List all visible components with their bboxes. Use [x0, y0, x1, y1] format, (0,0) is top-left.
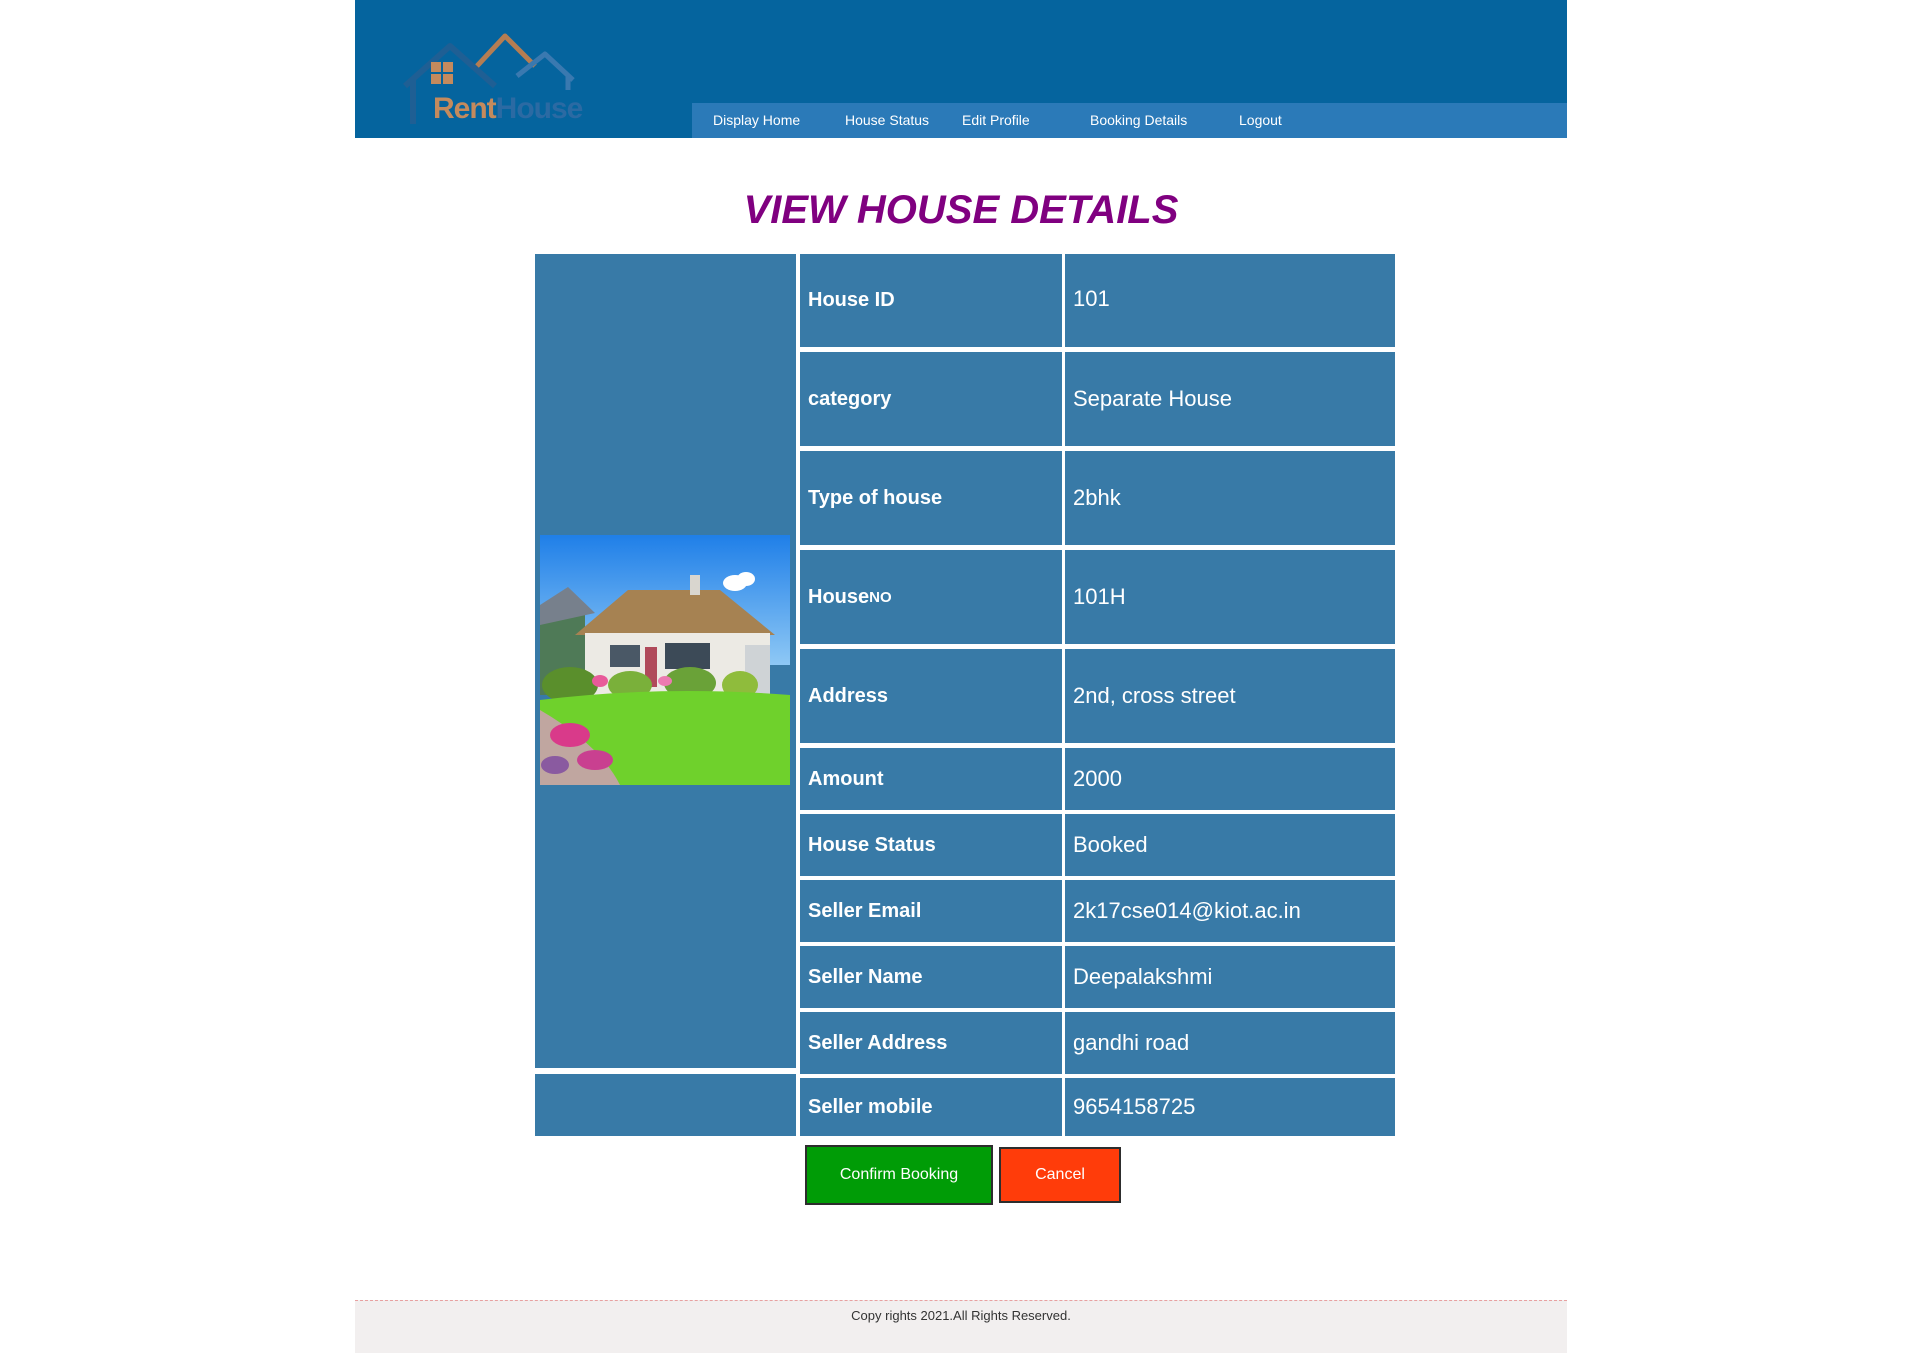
- house-photo-image: [540, 535, 790, 785]
- page-title: VIEW HOUSE DETAILS: [743, 188, 1179, 232]
- value-house-status: Booked: [1065, 814, 1395, 876]
- label-seller-mobile: Seller mobile: [800, 1078, 1062, 1136]
- label-seller-name: Seller Name: [800, 946, 1062, 1008]
- site-header: RentHouse Display Home House Status Edit…: [355, 0, 1567, 138]
- label-seller-email: Seller Email: [800, 880, 1062, 942]
- label-house-no: House NO: [800, 550, 1062, 644]
- value-seller-name: Deepalakshmi: [1065, 946, 1395, 1008]
- value-seller-mobile: 9654158725: [1065, 1078, 1395, 1136]
- label-category: category: [800, 352, 1062, 446]
- value-address: 2nd, cross street: [1065, 649, 1395, 743]
- confirm-booking-button[interactable]: Confirm Booking: [805, 1145, 993, 1205]
- page-wrapper: RentHouse Display Home House Status Edit…: [355, 0, 1567, 1353]
- nav-display-home[interactable]: Display Home: [713, 112, 800, 128]
- empty-cell: [535, 1074, 796, 1136]
- label-house-status: House Status: [800, 814, 1062, 876]
- value-seller-email: 2k17cse014@kiot.ac.in: [1065, 880, 1395, 942]
- main-nav: Display Home House Status Edit Profile B…: [692, 103, 1567, 138]
- nav-booking-details[interactable]: Booking Details: [1090, 112, 1187, 128]
- footer-copyright: Copy rights 2021.All Rights Reserved.: [851, 1308, 1071, 1323]
- logo[interactable]: RentHouse: [395, 18, 595, 130]
- cancel-button[interactable]: Cancel: [999, 1147, 1121, 1203]
- value-seller-address: gandhi road: [1065, 1012, 1395, 1074]
- nav-edit-profile[interactable]: Edit Profile: [962, 112, 1030, 128]
- label-house-no-main: House: [808, 585, 870, 608]
- nav-house-status[interactable]: House Status: [845, 112, 929, 128]
- value-category: Separate House: [1065, 352, 1395, 446]
- label-address: Address: [800, 649, 1062, 743]
- site-footer: Copy rights 2021.All Rights Reserved.: [355, 1300, 1567, 1353]
- logo-text: RentHouse: [433, 92, 584, 126]
- label-seller-address: Seller Address: [800, 1012, 1062, 1074]
- nav-logout[interactable]: Logout: [1239, 112, 1282, 128]
- label-house-id: House ID: [800, 254, 1062, 347]
- value-house-no: 101H: [1065, 550, 1395, 644]
- label-type-of-house: Type of house: [800, 451, 1062, 545]
- label-amount: Amount: [800, 748, 1062, 810]
- value-type-of-house: 2bhk: [1065, 451, 1395, 545]
- house-photo: [540, 535, 790, 785]
- value-amount: 2000: [1065, 748, 1395, 810]
- logo-text-house: House: [495, 92, 584, 125]
- logo-text-rent: Rent: [433, 92, 497, 125]
- label-house-no-small: NO: [869, 588, 892, 606]
- value-house-id: 101: [1065, 254, 1395, 347]
